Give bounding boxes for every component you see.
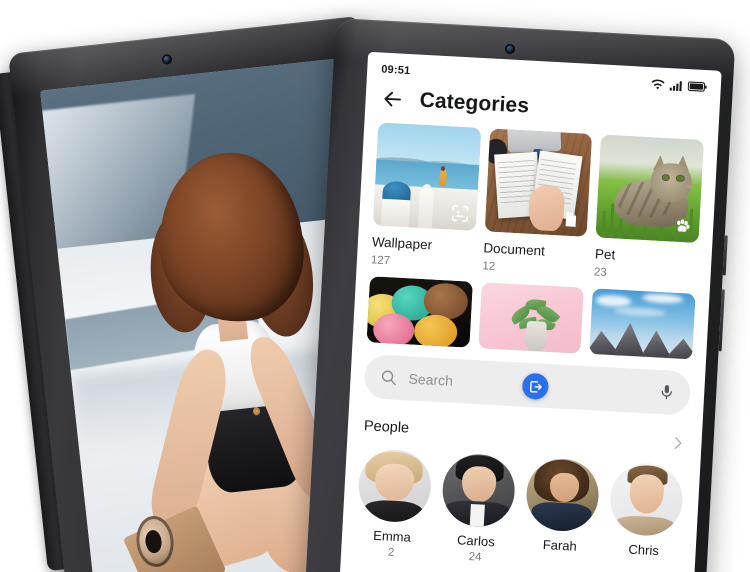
person-count	[607, 558, 679, 562]
category-count: 127	[370, 253, 391, 267]
person-name: Carlos	[456, 531, 496, 549]
people-section-title: People	[363, 417, 410, 437]
wifi-icon	[651, 79, 665, 89]
category-label: Wallpaper	[371, 234, 433, 253]
status-icons	[651, 79, 708, 93]
screenshot-stage: 09:51 Categories Wallpaper 127 Document …	[0, 0, 750, 572]
category-count: 12	[482, 259, 496, 273]
person-name: Farah	[542, 536, 578, 554]
avatar[interactable]	[608, 461, 685, 537]
person-name: Emma	[372, 527, 412, 545]
cellular-signal-icon	[669, 80, 682, 91]
person-count: 2	[387, 546, 395, 559]
category-tile-pet[interactable]: Pet 23	[593, 134, 704, 284]
category-thumbnail[interactable]	[372, 122, 481, 231]
person-count: 24	[468, 550, 482, 564]
category-tile-food[interactable]	[366, 275, 473, 348]
battery-icon	[687, 81, 707, 92]
category-thumbnail[interactable]	[478, 281, 585, 354]
category-grid: Wallpaper 127 Document 12 Pet 23	[357, 122, 718, 284]
microphone-icon[interactable]	[658, 383, 676, 401]
category-tile-plant[interactable]	[478, 281, 585, 354]
paw-icon	[673, 216, 693, 236]
avatar[interactable]	[440, 452, 517, 528]
category-count: 23	[593, 265, 608, 279]
image-frame-icon	[450, 203, 470, 223]
chevron-right-icon[interactable]	[669, 434, 686, 451]
phone-screen: 09:51 Categories Wallpaper 127 Document …	[337, 51, 722, 572]
status-time: 09:51	[380, 63, 411, 78]
category-label: Pet	[594, 246, 616, 263]
category-thumbnail[interactable]	[589, 287, 696, 360]
category-thumbnail[interactable]	[595, 134, 704, 243]
person-item[interactable]: Chris	[607, 461, 685, 572]
search-icon	[381, 370, 396, 385]
category-label: Document	[483, 240, 546, 259]
page-title: Categories	[419, 88, 530, 118]
back-arrow-icon[interactable]	[381, 88, 404, 111]
category-thumbnail[interactable]	[484, 128, 593, 237]
category-tile-document[interactable]: Document 12	[482, 128, 593, 277]
people-list: Emma 2 Carlos 24 Farah Chris	[341, 437, 701, 572]
person-item[interactable]: Carlos 24	[439, 452, 517, 565]
person-count	[523, 553, 595, 557]
category-tile-wallpaper[interactable]: Wallpaper 127	[371, 122, 481, 271]
phone-device: 09:51 Categories Wallpaper 127 Document …	[304, 18, 736, 572]
avatar[interactable]	[356, 447, 433, 524]
category-tile-landscape[interactable]	[589, 287, 696, 360]
person-item[interactable]: Farah	[523, 456, 601, 570]
avatar[interactable]	[524, 456, 601, 533]
person-name: Chris	[628, 541, 660, 558]
person-item[interactable]: Emma 2	[355, 447, 433, 560]
document-icon	[561, 210, 581, 230]
category-thumbnail[interactable]	[366, 275, 473, 348]
